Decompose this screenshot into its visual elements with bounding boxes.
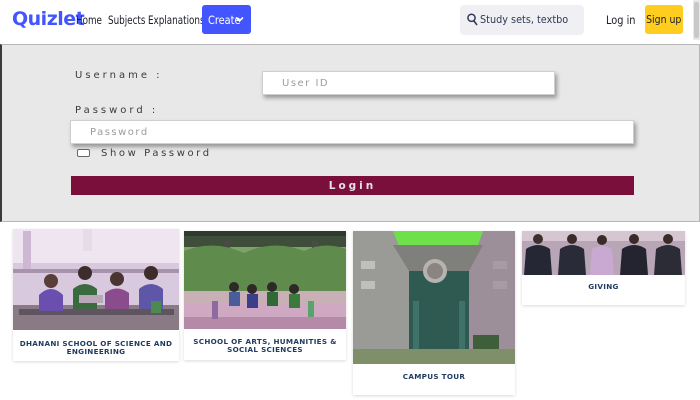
password-label: Password : bbox=[75, 105, 159, 116]
card-campus-tour[interactable]: CAMPUS TOUR bbox=[353, 231, 515, 395]
username-label: Username : bbox=[75, 70, 163, 81]
card-caption: GIVING bbox=[588, 282, 619, 291]
create-button[interactable]: Create bbox=[202, 5, 251, 34]
login-form-panel: Username : Password : Show Password Logi… bbox=[0, 44, 700, 222]
username-field[interactable] bbox=[262, 71, 555, 95]
card-caption: DHANANI SCHOOL OF SCIENCE AND ENGINEERIN… bbox=[19, 339, 173, 356]
login-submit-button[interactable]: Login bbox=[71, 176, 634, 195]
card-caption: SCHOOL OF ARTS, HUMANITIES & SOCIAL SCIE… bbox=[193, 337, 337, 354]
show-password-label: Show Password bbox=[101, 148, 212, 159]
card-caption: CAMPUS TOUR bbox=[402, 372, 466, 381]
quizlet-logo[interactable]: Quizlet bbox=[12, 8, 85, 30]
card-giving[interactable]: GIVING bbox=[522, 231, 685, 305]
log-in-link[interactable]: Log in bbox=[606, 13, 635, 27]
courtyard-students-photo bbox=[184, 231, 346, 329]
search-icon bbox=[467, 13, 478, 26]
sign-up-label: Sign up bbox=[646, 13, 682, 26]
scrollbar-thumb[interactable] bbox=[694, 2, 699, 38]
science-lab-photo bbox=[13, 229, 179, 330]
card-arts-humanities[interactable]: SCHOOL OF ARTS, HUMANITIES & SOCIAL SCIE… bbox=[184, 231, 346, 360]
show-password-checkbox[interactable] bbox=[77, 149, 90, 157]
campus-building-photo bbox=[353, 231, 515, 364]
search-input[interactable] bbox=[480, 13, 568, 26]
nav-link-explanations[interactable]: Explanations bbox=[148, 13, 205, 27]
search-box[interactable] bbox=[460, 5, 584, 35]
chevron-down-icon bbox=[235, 16, 244, 23]
giving-group-photo bbox=[522, 231, 685, 275]
card-science-engineering[interactable]: DHANANI SCHOOL OF SCIENCE AND ENGINEERIN… bbox=[13, 229, 179, 361]
sign-up-button[interactable]: Sign up bbox=[645, 5, 683, 34]
nav-link-subjects[interactable]: Subjects bbox=[108, 13, 145, 27]
top-navigation-bar: Quizlet Home Subjects Explanations Creat… bbox=[0, 0, 700, 40]
nav-link-home[interactable]: Home bbox=[76, 13, 102, 27]
password-field[interactable] bbox=[70, 120, 634, 144]
